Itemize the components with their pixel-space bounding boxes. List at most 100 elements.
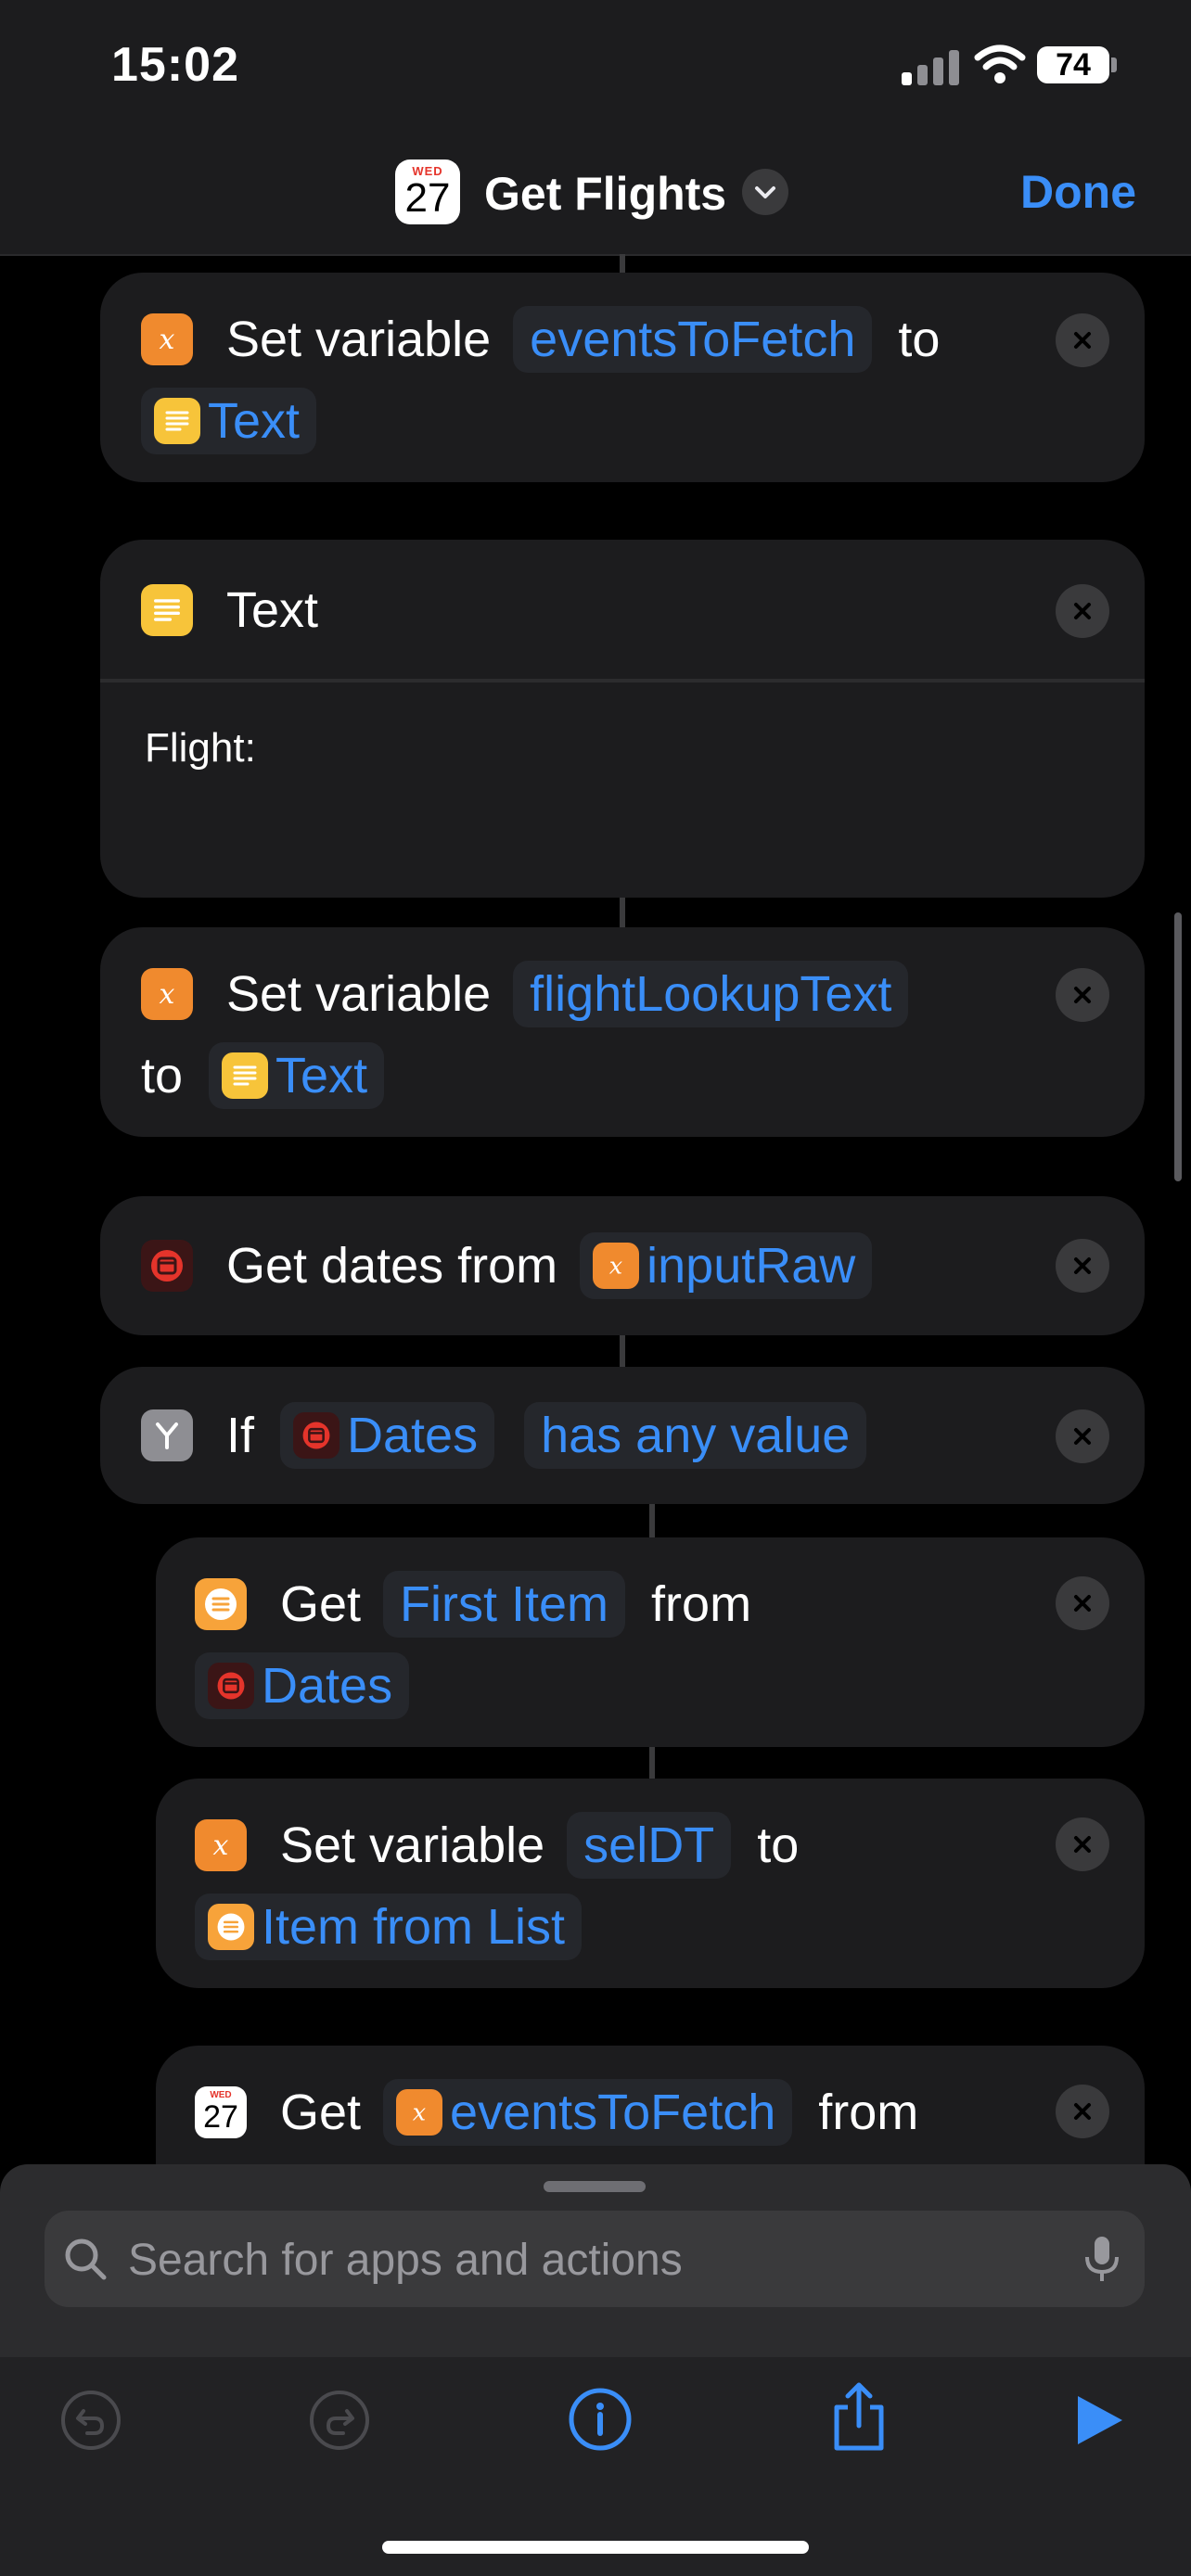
list-icon (208, 1904, 254, 1950)
search-placeholder: Search for apps and actions (128, 2236, 683, 2285)
redo-icon[interactable] (308, 2389, 371, 2452)
remove-action-button[interactable] (1056, 1409, 1109, 1463)
action-row: x Set variable flightLookupText (141, 961, 921, 1027)
variable-name-pill[interactable]: eventsToFetch (513, 306, 873, 373)
variable-x-icon: x (593, 1243, 640, 1289)
remove-action-button[interactable] (1056, 968, 1109, 1022)
magic-variable-label: Item from List (262, 1899, 566, 1955)
magic-variable-dates[interactable]: Dates (280, 1402, 495, 1469)
action-label: Set variable (226, 312, 492, 367)
text-lines-icon (141, 584, 193, 636)
magic-variable-label: eventsToFetch (450, 2085, 776, 2140)
battery-tip (1111, 57, 1117, 72)
text-action-body[interactable]: Flight: (145, 725, 256, 772)
shortcut-title[interactable]: Get Flights (484, 167, 726, 221)
app-icon-day: 27 (203, 2099, 238, 2135)
text-lines-icon (222, 1052, 269, 1099)
svg-text:x: x (213, 1830, 229, 1862)
close-icon (1074, 1257, 1091, 1274)
action-label: Text (226, 582, 319, 638)
item-selector-pill[interactable]: First Item (383, 1571, 626, 1638)
svg-text:x: x (160, 324, 175, 356)
info-icon[interactable] (568, 2387, 633, 2452)
magic-variable-text[interactable]: Text (209, 1042, 385, 1109)
text-lines-icon (154, 398, 200, 444)
flow-connector (620, 254, 625, 274)
list-icon (195, 1578, 247, 1630)
action-row: to Text (141, 1042, 397, 1109)
magic-variable-item[interactable]: Item from List (195, 1894, 583, 1960)
action-row: Get dates from x inputRaw (141, 1232, 885, 1299)
remove-action-button[interactable] (1056, 1239, 1109, 1293)
variable-name-pill[interactable]: flightLookupText (513, 961, 909, 1027)
close-icon (1074, 1595, 1091, 1612)
magic-variable-text[interactable]: Text (141, 388, 317, 454)
branch-icon (141, 1409, 193, 1461)
close-icon (1074, 1836, 1091, 1853)
calendar-app-icon[interactable]: WED 27 (395, 159, 460, 224)
calendar-dates-icon (208, 1663, 254, 1709)
action-row: If Dates has any value (141, 1402, 879, 1469)
action-row: WED 27 Get x eventsToFetch from (195, 2079, 918, 2146)
run-icon[interactable] (1074, 2392, 1126, 2448)
action-to-label: to (898, 312, 941, 367)
card-divider (100, 679, 1145, 682)
action-row: x Set variable selDT to (195, 1812, 799, 1879)
microphone-icon[interactable] (1082, 2233, 1122, 2287)
action-from-label: from (818, 2085, 919, 2140)
cellular-signal-icon (902, 48, 959, 85)
action-row: Text (141, 388, 329, 454)
action-label: Get (280, 2085, 362, 2140)
calendar-dates-icon (293, 1412, 340, 1459)
undo-icon[interactable] (59, 2389, 122, 2452)
condition-pill[interactable]: has any value (524, 1402, 867, 1469)
sheet-grabber[interactable] (544, 2181, 646, 2192)
variable-x-icon: x (141, 313, 193, 365)
svg-text:x: x (413, 2099, 426, 2127)
magic-variable-label: Text (275, 1048, 368, 1103)
battery-indicator: 74 (1037, 46, 1109, 83)
close-icon (1074, 603, 1091, 619)
remove-action-button[interactable] (1056, 2085, 1109, 2138)
variable-x-icon: x (195, 1819, 247, 1871)
share-icon[interactable] (827, 2379, 890, 2454)
action-to-label: to (757, 1817, 800, 1873)
remove-action-button[interactable] (1056, 1576, 1109, 1630)
action-label: Set variable (280, 1817, 545, 1873)
action-label: Get (280, 1576, 362, 1632)
flow-connector (620, 1335, 625, 1367)
search-icon (65, 2238, 107, 2280)
close-icon (1074, 2103, 1091, 2120)
magic-variable-events[interactable]: x eventsToFetch (383, 2079, 793, 2146)
svg-text:x: x (160, 978, 175, 1011)
calendar-dates-icon (141, 1240, 193, 1292)
title-menu-button[interactable] (742, 169, 788, 215)
remove-action-button[interactable] (1056, 313, 1109, 367)
variable-name-pill[interactable]: selDT (567, 1812, 732, 1879)
calendar-app-icon: WED 27 (195, 2086, 247, 2138)
action-label: If (226, 1408, 255, 1463)
action-row: Text (141, 577, 318, 644)
svg-text:x: x (609, 1253, 622, 1281)
magic-variable-input[interactable]: x inputRaw (580, 1232, 873, 1299)
action-from-label: from (651, 1576, 752, 1632)
remove-action-button[interactable] (1056, 1817, 1109, 1871)
action-to-label: to (141, 1048, 184, 1103)
chevron-down-icon (755, 186, 775, 198)
action-row: x Set variable eventsToFetch to (141, 306, 940, 373)
magic-variable-label: Dates (262, 1658, 393, 1714)
close-icon (1074, 332, 1091, 349)
magic-variable-dates[interactable]: Dates (195, 1652, 410, 1719)
scroll-indicator[interactable] (1174, 912, 1182, 1181)
remove-action-button[interactable] (1056, 584, 1109, 638)
action-row: Get First Item from (195, 1571, 751, 1638)
status-time: 15:02 (111, 38, 239, 92)
home-indicator (382, 2541, 809, 2554)
variable-x-icon: x (141, 968, 193, 1020)
variable-x-icon: x (396, 2089, 443, 2136)
flow-connector (649, 1504, 655, 1537)
done-button[interactable]: Done (1020, 165, 1136, 219)
action-label: Get dates from (226, 1238, 558, 1294)
action-label: Set variable (226, 966, 492, 1022)
magic-variable-label: Text (208, 393, 301, 449)
